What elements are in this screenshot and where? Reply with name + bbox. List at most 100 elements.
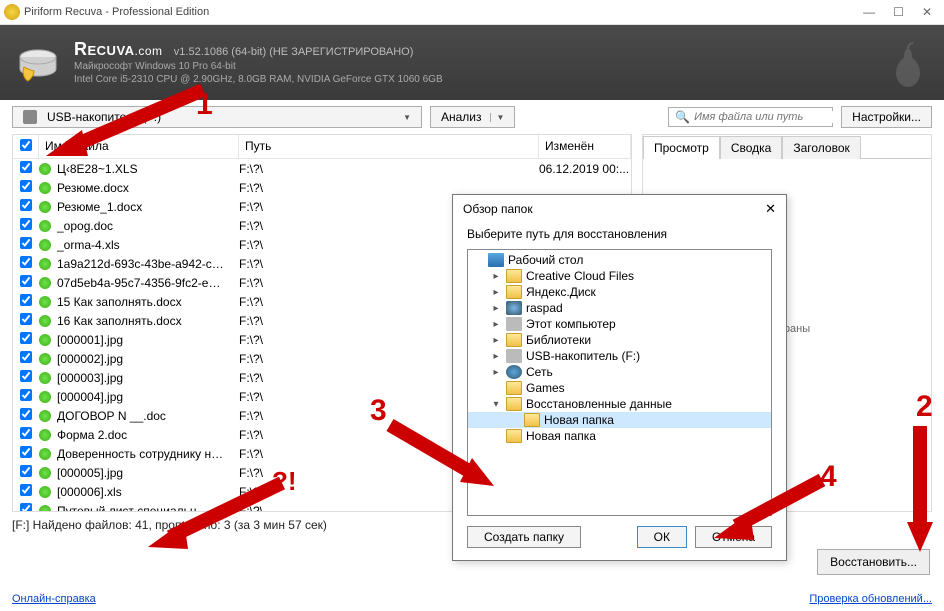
tree-label: raspad	[526, 301, 563, 315]
col-path[interactable]: Путь	[239, 135, 539, 158]
tree-item[interactable]: ▸Этот компьютер	[468, 316, 771, 332]
tree-label: USB-накопитель (F:)	[526, 349, 640, 363]
status-dot-icon	[39, 486, 51, 498]
tree-item[interactable]: Новая папка	[468, 428, 771, 444]
status-dot-icon	[39, 239, 51, 251]
row-checkbox[interactable]	[20, 503, 32, 512]
row-checkbox[interactable]	[20, 408, 32, 420]
row-checkbox[interactable]	[20, 332, 32, 344]
file-name: 1a9a212d-693c-43be-a942-ca36...	[57, 257, 227, 271]
tree-item[interactable]: ▸Библиотеки	[468, 332, 771, 348]
expand-icon[interactable]: ▸	[490, 271, 502, 282]
tree-item[interactable]: ▸ raspad	[468, 300, 771, 316]
status-dot-icon	[39, 163, 51, 175]
file-name: Форма 2.doc	[57, 428, 127, 442]
analyze-button[interactable]: Анализ ▼	[430, 106, 515, 128]
file-name: 07d5eb4a-95c7-4356-9fc2-e54b...	[57, 276, 227, 290]
tree-item[interactable]: ▸ USB-накопитель (F:)	[468, 348, 771, 364]
row-checkbox[interactable]	[20, 427, 32, 439]
browse-folder-dialog: Обзор папок ✕ Выберите путь для восстано…	[452, 194, 787, 561]
folder-tree[interactable]: Рабочий стол ▸ Creative Cloud Files▸Яндекс…	[467, 249, 772, 516]
folder-icon	[506, 285, 522, 299]
tree-label: Новая папка	[544, 413, 614, 427]
row-checkbox[interactable]	[20, 294, 32, 306]
tree-item[interactable]: ▾Восстановленные данные	[468, 396, 771, 412]
tree-item[interactable]: Новая папка	[468, 412, 771, 428]
status-dot-icon	[39, 353, 51, 365]
tree-item[interactable]: ▸Яндекс.Диск	[468, 284, 771, 300]
row-checkbox[interactable]	[20, 351, 32, 363]
expand-icon[interactable]: ▾	[490, 399, 502, 410]
row-checkbox[interactable]	[20, 446, 32, 458]
tree-item[interactable]: ▸ Creative Cloud Files	[468, 268, 771, 284]
file-path: F:\?\	[239, 181, 539, 195]
dialog-subtitle: Выберите путь для восстановления	[453, 223, 786, 249]
file-name: Ц‹8E28~1.XLS	[57, 162, 138, 176]
maximize-icon[interactable]: ☐	[893, 5, 904, 19]
folder-icon	[524, 413, 540, 427]
desktop-icon	[488, 253, 504, 267]
tree-item[interactable]: ▸ Сеть	[468, 364, 771, 380]
row-checkbox[interactable]	[20, 180, 32, 192]
drive-selector[interactable]: USB-накопитель (F:) ▼	[12, 106, 422, 128]
row-checkbox[interactable]	[20, 465, 32, 477]
recover-button[interactable]: Восстановить...	[817, 549, 930, 575]
row-checkbox[interactable]	[20, 237, 32, 249]
file-name: [000006].xls	[57, 485, 122, 499]
help-link[interactable]: Онлайн-справка	[12, 593, 96, 605]
row-checkbox[interactable]	[20, 370, 32, 382]
row-checkbox[interactable]	[20, 275, 32, 287]
chevron-down-icon: ▼	[490, 113, 505, 122]
col-modified[interactable]: Изменён	[539, 135, 631, 158]
tab-preview[interactable]: Просмотр	[643, 136, 720, 159]
table-row[interactable]: Ц‹8E28~1.XLSF:\?\06.12.2019 00:...	[13, 159, 631, 178]
search-input[interactable]	[694, 111, 837, 123]
cancel-button[interactable]: Отмена	[695, 526, 772, 548]
system-info-2: Intel Core i5-2310 CPU @ 2.90GHz, 8.0GB …	[74, 73, 443, 86]
version-text: v1.52.1086 (64-bit) (НЕ ЗАРЕГИСТРИРОВАНО…	[174, 46, 414, 58]
tab-header[interactable]: Заголовок	[782, 136, 860, 159]
expand-icon[interactable]: ▸	[490, 367, 502, 378]
tree-item[interactable]: Games	[468, 380, 771, 396]
row-checkbox[interactable]	[20, 389, 32, 401]
tree-item[interactable]: Рабочий стол	[468, 252, 771, 268]
search-box[interactable]: 🔍 ▼	[668, 107, 833, 127]
tab-summary[interactable]: Сводка	[720, 136, 783, 159]
expand-icon[interactable]: ▸	[490, 303, 502, 314]
row-checkbox[interactable]	[20, 161, 32, 173]
status-dot-icon	[39, 410, 51, 422]
minimize-icon[interactable]: —	[863, 5, 875, 19]
tree-label: Creative Cloud Files	[526, 269, 634, 283]
expand-icon[interactable]: ▸	[490, 335, 502, 346]
row-checkbox[interactable]	[20, 313, 32, 325]
ok-button[interactable]: ОК	[637, 526, 687, 548]
status-dot-icon	[39, 334, 51, 346]
expand-icon[interactable]: ▸	[490, 287, 502, 298]
row-checkbox[interactable]	[20, 199, 32, 211]
row-checkbox[interactable]	[20, 218, 32, 230]
logo-icon	[14, 39, 62, 87]
close-icon[interactable]: ✕	[922, 5, 932, 19]
file-name: 16 Как заполнять.docx	[57, 314, 182, 328]
status-dot-icon	[39, 201, 51, 213]
folder-icon	[506, 381, 522, 395]
expand-icon[interactable]: ▸	[490, 319, 502, 330]
dialog-close-icon[interactable]: ✕	[765, 201, 776, 217]
create-folder-button[interactable]: Создать папку	[467, 526, 581, 548]
tree-label: Рабочий стол	[508, 253, 583, 267]
window-title: Piriform Recuva - Professional Edition	[24, 6, 209, 18]
col-name[interactable]: Имя файла	[39, 135, 239, 158]
row-checkbox[interactable]	[20, 256, 32, 268]
net-icon	[506, 365, 522, 379]
settings-button[interactable]: Настройки...	[841, 106, 932, 128]
chevron-down-icon: ▼	[403, 113, 411, 122]
status-dot-icon	[39, 448, 51, 460]
tree-label: Сеть	[526, 365, 553, 379]
updates-link[interactable]: Проверка обновлений...	[809, 593, 932, 605]
status-dot-icon	[39, 391, 51, 403]
select-all-checkbox[interactable]	[20, 139, 32, 151]
row-checkbox[interactable]	[20, 484, 32, 496]
expand-icon[interactable]: ▸	[490, 351, 502, 362]
brand-name: Recuva.com	[74, 40, 168, 59]
status-dot-icon	[39, 372, 51, 384]
